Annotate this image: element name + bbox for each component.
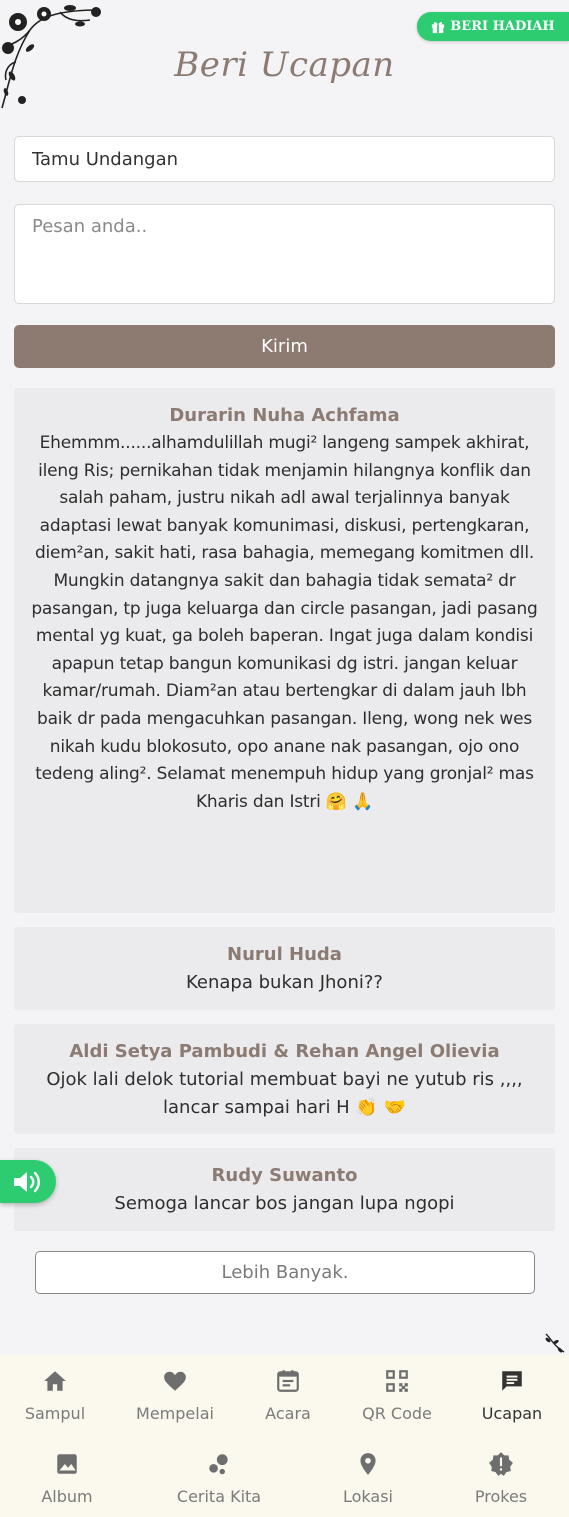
bubbles-icon bbox=[209, 1454, 228, 1475]
gift-button[interactable]: BERI HADIAH bbox=[417, 12, 569, 41]
comment-author: Rudy Suwanto bbox=[211, 1165, 358, 1186]
nav-label: Mempelai bbox=[136, 1404, 214, 1423]
nav-label: Cerita Kita bbox=[176, 1487, 262, 1506]
comment-message: Semoga lancar bos jangan lupa ngopi bbox=[114, 1193, 455, 1214]
qr-code-icon bbox=[386, 1370, 408, 1392]
nav-item-mempelai[interactable]: Mempelai bbox=[132, 1368, 218, 1423]
comment-card: Durarin Nuha Achfama Ehemmm......alhamdu… bbox=[14, 388, 555, 913]
nav-label: Sampul bbox=[24, 1404, 86, 1423]
comment-author: Durarin Nuha Achfama bbox=[169, 405, 400, 426]
nav-item-qr-code[interactable]: QR Code bbox=[357, 1368, 437, 1423]
comment-author: Nurul Huda bbox=[227, 944, 342, 965]
page-title: Beri Ucapan bbox=[174, 45, 395, 85]
nav-label: Lokasi bbox=[343, 1487, 393, 1506]
small-floral-icon bbox=[545, 1333, 565, 1353]
message-input[interactable] bbox=[14, 204, 555, 304]
bottom-nav: Sampul Mempelai Acara QR Code Ucapan Alb… bbox=[0, 1355, 569, 1517]
nav-item-acara[interactable]: Acara bbox=[258, 1368, 318, 1423]
nav-item-cerita-kita[interactable]: Cerita Kita bbox=[170, 1451, 268, 1506]
nav-label: Prokes bbox=[474, 1487, 528, 1506]
gift-button-label: BERI HADIAH bbox=[450, 19, 555, 34]
nav-label: Ucapan bbox=[481, 1404, 543, 1423]
location-pin-icon bbox=[360, 1453, 376, 1475]
nav-item-lokasi[interactable]: Lokasi bbox=[336, 1451, 400, 1506]
comment-message: Kenapa bukan Jhoni?? bbox=[186, 972, 383, 993]
comment-message: Ojok lali delok tutorial membuat bayi ne… bbox=[46, 1069, 523, 1118]
load-more-button[interactable]: Lebih Banyak. bbox=[35, 1251, 535, 1294]
send-button[interactable]: Kirim bbox=[14, 325, 555, 368]
comment-message: Ehemmm......alhamdulillah mugi² langeng … bbox=[31, 433, 538, 812]
comment-card: Nurul Huda Kenapa bukan Jhoni?? bbox=[14, 927, 555, 1010]
comment-card: Rudy Suwanto Semoga lancar bos jangan lu… bbox=[14, 1148, 555, 1231]
nav-label: Acara bbox=[265, 1404, 311, 1423]
gift-icon bbox=[432, 21, 445, 33]
image-icon bbox=[57, 1454, 77, 1474]
audio-toggle-button[interactable] bbox=[0, 1160, 56, 1203]
comment-card: Aldi Setya Pambudi & Rehan Angel Olievia… bbox=[14, 1024, 555, 1134]
nav-label: Album bbox=[41, 1487, 93, 1506]
nav-label: QR Code bbox=[362, 1404, 432, 1423]
heart-icon bbox=[164, 1371, 186, 1391]
nav-item-prokes[interactable]: Prokes bbox=[468, 1451, 534, 1506]
chat-icon bbox=[502, 1371, 522, 1391]
speaker-volume-icon bbox=[14, 1171, 40, 1192]
guest-name-input[interactable] bbox=[14, 136, 555, 182]
nav-item-album[interactable]: Album bbox=[33, 1451, 101, 1506]
comment-author: Aldi Setya Pambudi & Rehan Angel Olievia bbox=[69, 1041, 500, 1062]
home-icon bbox=[44, 1371, 66, 1391]
calendar-icon bbox=[277, 1370, 299, 1392]
badge-alert-icon bbox=[489, 1452, 513, 1476]
nav-item-ucapan[interactable]: Ucapan bbox=[476, 1368, 548, 1423]
nav-item-sampul[interactable]: Sampul bbox=[22, 1368, 88, 1423]
